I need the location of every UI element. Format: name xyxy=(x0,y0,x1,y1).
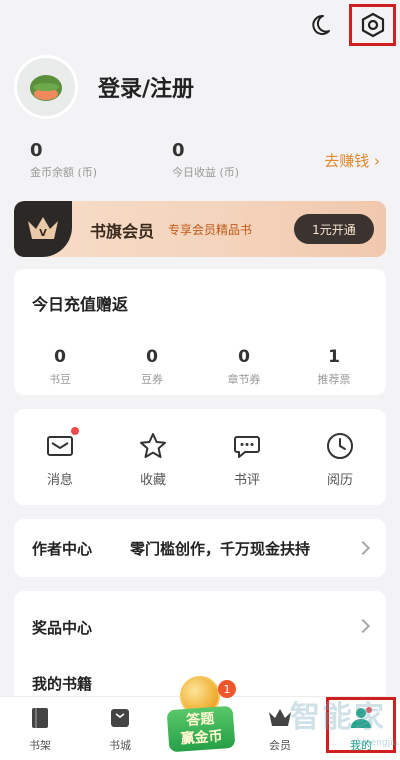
top-bar xyxy=(0,0,400,50)
watermark-sub: zhinengjia xyxy=(352,738,399,748)
chevron-right-icon xyxy=(355,618,371,634)
unread-dot xyxy=(71,427,79,435)
svg-text:V: V xyxy=(39,228,47,239)
vip-title: 书旗会员 xyxy=(90,222,155,241)
list-item-label: 我的书籍 xyxy=(32,675,93,693)
tab-bookshelf[interactable]: 书架 xyxy=(10,705,70,753)
today-earnings-label: 今日收益 (币) xyxy=(172,166,240,179)
vip-open-button[interactable]: 1元开通 xyxy=(294,214,374,244)
quick-label: 阅历 xyxy=(326,473,353,488)
moon-icon xyxy=(312,14,330,35)
quiz-coins-promo[interactable]: 1 答题 赢金币 xyxy=(162,676,240,756)
earn-money-link[interactable]: 去赚钱 › xyxy=(324,150,380,171)
star-icon xyxy=(138,431,168,461)
quick-favorites[interactable]: 收藏 xyxy=(118,431,188,488)
list-item-prize-center[interactable]: 奖品中心 xyxy=(14,601,386,651)
comment-icon xyxy=(232,431,262,461)
recharge-label: 推荐票 xyxy=(317,373,351,386)
coin-balance-value: 0 xyxy=(30,140,43,161)
recharge-value: 1 xyxy=(328,347,340,367)
recharge-label: 豆券 xyxy=(141,373,163,386)
quick-label: 书评 xyxy=(233,473,260,488)
author-center-slogan: 零门槛创作，千万现金扶持 xyxy=(130,540,311,558)
recharge-title: 今日充值赠返 xyxy=(32,295,129,314)
tab-label: 会员 xyxy=(269,739,291,752)
quick-reviews[interactable]: 书评 xyxy=(212,431,282,488)
tab-bookstore[interactable]: 书城 xyxy=(90,705,150,753)
tab-label: 书架 xyxy=(29,739,51,752)
today-earnings[interactable]: 0 今日收益 (币) xyxy=(172,140,239,180)
message-icon xyxy=(45,427,79,461)
balance-stats: 0 金币余额 (币) 0 今日收益 (币) 去赚钱 › xyxy=(30,140,380,180)
avatar[interactable] xyxy=(14,55,78,119)
quick-messages[interactable]: 消息 xyxy=(25,427,95,488)
settings-button[interactable] xyxy=(349,4,396,46)
night-mode-button[interactable] xyxy=(300,5,340,45)
promo-badge: 1 xyxy=(218,680,236,698)
recharge-label: 书豆 xyxy=(49,373,71,386)
coin-balance[interactable]: 0 金币余额 (币) xyxy=(30,140,97,180)
recharge-item-zhangjiequan[interactable]: 0 章节券 xyxy=(204,347,284,387)
clock-icon xyxy=(325,431,355,461)
list-item-label: 奖品中心 xyxy=(32,619,93,637)
recharge-card: 今日充值赠返 0 书豆 0 豆券 0 章节券 1 推荐票 xyxy=(14,269,386,395)
vip-banner[interactable]: V 书旗会员 专享会员精品书 1元开通 xyxy=(14,201,386,257)
recharge-value: 0 xyxy=(238,347,250,367)
watermark: 智能家 xyxy=(290,700,386,735)
tab-label: 书城 xyxy=(109,739,131,752)
recharge-item-shudou[interactable]: 0 书豆 xyxy=(20,347,100,387)
quick-history[interactable]: 阅历 xyxy=(305,431,375,488)
author-center-row[interactable]: 作者中心 零门槛创作，千万现金扶持 xyxy=(14,519,386,577)
recharge-item-douquan[interactable]: 0 豆券 xyxy=(112,347,192,387)
promo-line2: 赢金币 xyxy=(180,728,224,748)
recharge-value: 0 xyxy=(54,347,66,367)
quick-actions-card: 消息 收藏 书评 阅历 xyxy=(14,409,386,505)
login-register-link[interactable]: 登录/注册 xyxy=(98,71,194,103)
coin-balance-label: 金币余额 (币) xyxy=(30,166,98,179)
vip-subtitle: 专享会员精品书 xyxy=(168,223,253,237)
author-center-title: 作者中心 xyxy=(32,540,93,558)
crown-icon: V xyxy=(28,217,58,239)
bookshelf-icon xyxy=(27,705,53,731)
promo-text: 答题 赢金币 xyxy=(166,705,236,753)
chevron-right-icon xyxy=(355,540,371,556)
frog-avatar-icon xyxy=(30,75,62,101)
recharge-item-tuijianpiao[interactable]: 1 推荐票 xyxy=(294,347,374,387)
profile-section[interactable]: 登录/注册 xyxy=(14,55,394,121)
quick-label: 消息 xyxy=(46,473,73,488)
vip-badge: V xyxy=(14,201,72,257)
recharge-label: 章节券 xyxy=(227,373,261,386)
quick-label: 收藏 xyxy=(139,473,166,488)
recharge-value: 0 xyxy=(146,347,158,367)
settings-icon xyxy=(361,12,384,38)
today-earnings-value: 0 xyxy=(172,140,185,161)
bookstore-icon xyxy=(107,705,133,731)
